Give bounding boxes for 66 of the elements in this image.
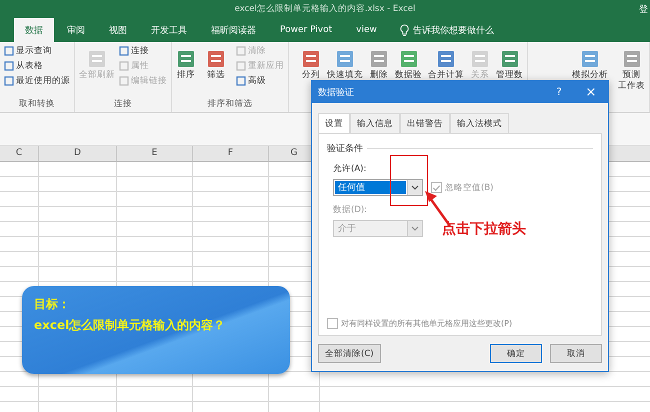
table-icon: [87, 49, 107, 69]
group-label: 取和转换: [18, 98, 56, 111]
dialog-title: 数据验证: [318, 86, 355, 98]
column-header[interactable]: D: [39, 146, 117, 161]
column-header[interactable]: C: [0, 146, 39, 161]
tell-me-field[interactable]: 告诉我你想要做什么: [412, 24, 494, 36]
ribbon-button[interactable]: 排序: [176, 45, 196, 98]
square-icon: [119, 46, 129, 56]
window-title: excel怎么限制单元格输入的内容.xlsx - Excel: [234, 3, 416, 15]
ribbon-button[interactable]: 最近使用的源: [4, 75, 70, 87]
callout-text: excel怎么限制单元格输入的内容？: [34, 317, 226, 334]
allow-dropdown[interactable]: 任何值: [333, 179, 423, 196]
callout-heading: 目标：: [34, 296, 71, 313]
ribbon-button[interactable]: 筛选: [206, 45, 226, 98]
ribbon-tab[interactable]: 开发工具: [140, 18, 198, 42]
ribbon-button[interactable]: 连接: [119, 45, 167, 57]
data-label: 数据(D):: [333, 204, 368, 216]
help-button[interactable]: ?: [544, 86, 574, 98]
check-icon: [432, 182, 441, 192]
ribbon-button[interactable]: 高级: [236, 75, 284, 87]
ribbon-button[interactable]: 从表格: [4, 60, 70, 72]
ribbon-button[interactable]: 显示查询: [4, 45, 70, 57]
allow-label: 允许(A):: [333, 163, 368, 175]
dialog-tab[interactable]: 输入信息: [350, 113, 400, 133]
dialog-button[interactable]: 取消: [550, 344, 602, 363]
table-icon: [176, 49, 196, 69]
table-icon: [301, 49, 321, 69]
column-header[interactable]: F: [193, 146, 269, 161]
square-icon: [236, 76, 246, 86]
ribbon-button[interactable]: 预测 工作表: [618, 45, 645, 112]
table-icon: [206, 49, 226, 69]
square-icon: [4, 76, 14, 86]
section-title: 验证条件: [327, 142, 363, 155]
group-label: 连接: [113, 98, 133, 111]
ribbon-tab[interactable]: view: [345, 18, 388, 42]
account-link[interactable]: 登: [639, 2, 648, 16]
ribbon-tab[interactable]: 视图: [98, 18, 138, 42]
column-header[interactable]: E: [117, 146, 193, 161]
square-icon: [236, 46, 246, 56]
table-icon: [470, 49, 490, 69]
dialog-tab[interactable]: 出错警告: [400, 113, 450, 133]
ribbon-tab[interactable]: 审阅: [56, 18, 96, 42]
table-icon: [335, 49, 355, 69]
square-icon: [236, 61, 246, 71]
dialog-button[interactable]: 全部清除(C): [318, 344, 381, 363]
square-icon: [4, 46, 14, 56]
apply-all-checkbox[interactable]: 对有同样设置的所有其他单元格应用这些更改(P): [327, 318, 593, 329]
ribbon-tab[interactable]: 数据: [14, 18, 54, 42]
highlight-rectangle: [390, 155, 428, 206]
group-label: 排序和筛选: [206, 98, 254, 111]
lightbulb-icon: [400, 24, 409, 36]
table-icon: [500, 49, 520, 69]
close-button[interactable]: ×: [574, 84, 608, 100]
square-icon: [4, 61, 14, 71]
dialog-tab[interactable]: 设置: [318, 113, 350, 133]
square-icon: [119, 61, 129, 71]
table-icon: [580, 49, 600, 69]
table-icon: [436, 49, 456, 69]
table-icon: [622, 49, 642, 69]
ribbon-tab[interactable]: Power Pivot: [269, 18, 344, 42]
dialog-button[interactable]: 确定: [490, 344, 542, 363]
ribbon-tab[interactable]: 福昕阅读器: [200, 18, 267, 42]
table-icon: [369, 49, 389, 69]
dialog-tab[interactable]: 输入法模式: [450, 113, 509, 133]
square-icon: [119, 76, 129, 86]
table-icon: [398, 49, 418, 69]
